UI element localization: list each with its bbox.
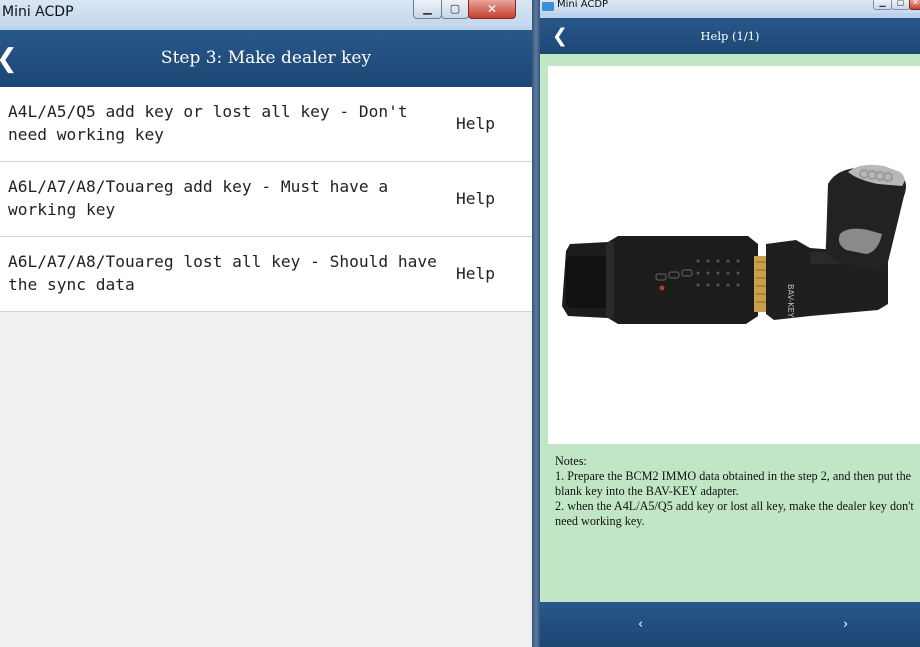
- help-notes: Notes: 1. Prepare the BCM2 IMMO data obt…: [555, 454, 914, 528]
- minimize-button[interactable]: ▁: [413, 0, 442, 19]
- left-window: Mini ACDP ▁ ▢ ✕ ❮ Step 3: Make dealer ke…: [0, 0, 532, 647]
- help-body: BAV-KEY Notes: 1. Prepare the BCM2 IMMO …: [540, 54, 920, 602]
- option-label: A6L/A7/A8/Touareg add key - Must have a …: [8, 177, 389, 219]
- window-divider: [532, 0, 540, 647]
- right-window: Mini ACDP ▁ ▢ ✕ ❮ Help (1/1) BAV-KEY Not…: [540, 0, 920, 647]
- close-button[interactable]: ✕: [468, 0, 516, 19]
- close-icon: ✕: [912, 0, 919, 7]
- window-title: Mini ACDP: [2, 4, 74, 20]
- help-button[interactable]: Help: [456, 162, 495, 236]
- title-bar[interactable]: Mini ACDP ▁ ▢ ✕: [0, 0, 532, 27]
- minimize-icon: ▁: [879, 0, 886, 7]
- obd-adapter-with-key-image: BAV-KEY: [562, 164, 906, 324]
- prev-page-button[interactable]: ‹: [638, 602, 643, 647]
- maximize-button[interactable]: ▢: [891, 0, 910, 10]
- app-icon: [542, 2, 554, 11]
- option-row-a6l-lost[interactable]: A6L/A7/A8/Touareg lost all key - Should …: [0, 237, 532, 312]
- db-connector: [754, 256, 768, 312]
- window-title: Mini ACDP: [557, 0, 609, 10]
- app-header: ❮ Step 3: Make dealer key: [0, 30, 532, 87]
- help-title: Help (1/1): [700, 29, 760, 43]
- page-title: Step 3: Make dealer key: [160, 48, 372, 68]
- maximize-button[interactable]: ▢: [441, 0, 469, 19]
- help-button[interactable]: Help: [456, 87, 495, 161]
- bav-key-label: BAV-KEY: [786, 284, 795, 318]
- close-icon: ✕: [486, 2, 498, 16]
- title-bar[interactable]: Mini ACDP ▁ ▢ ✕: [540, 0, 920, 13]
- next-page-button[interactable]: ›: [843, 602, 848, 647]
- pager-footer: ‹ ›: [540, 602, 920, 647]
- device-photo: BAV-KEY: [548, 66, 920, 444]
- help-header: ❮ Help (1/1): [540, 18, 920, 54]
- minimize-icon: ▁: [423, 2, 432, 15]
- maximize-icon: ▢: [896, 0, 905, 7]
- option-row-a4l[interactable]: A4L/A5/Q5 add key or lost all key - Don'…: [0, 87, 532, 162]
- option-list: A4L/A5/Q5 add key or lost all key - Don'…: [0, 87, 532, 647]
- close-button[interactable]: ✕: [909, 0, 920, 10]
- option-label: A6L/A7/A8/Touareg lost all key - Should …: [8, 252, 437, 294]
- adapter-ridge: [606, 242, 614, 318]
- option-row-a6l-add[interactable]: A6L/A7/A8/Touareg add key - Must have a …: [0, 162, 532, 237]
- help-button[interactable]: Help: [456, 237, 495, 311]
- option-label: A4L/A5/Q5 add key or lost all key - Don'…: [8, 102, 408, 144]
- status-led: [659, 285, 665, 291]
- maximize-icon: ▢: [449, 2, 461, 15]
- minimize-button[interactable]: ▁: [873, 0, 892, 10]
